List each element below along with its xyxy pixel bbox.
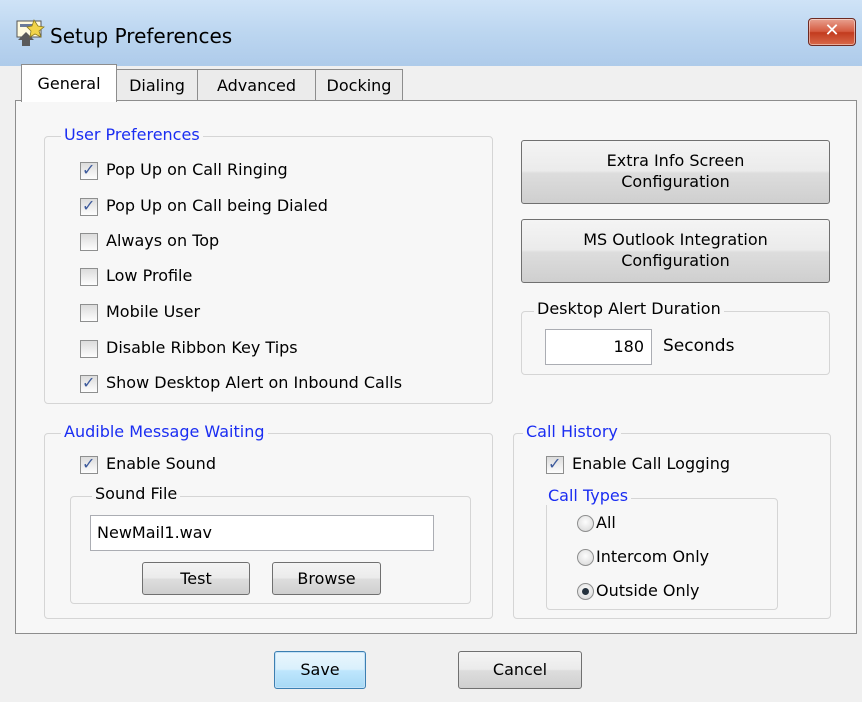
enable-sound-label: Enable Sound	[106, 454, 216, 473]
low-profile-label: Low Profile	[106, 266, 193, 285]
extra-info-screen-config-button[interactable]: Extra Info Screen Configuration	[521, 140, 830, 204]
window-title: Setup Preferences	[50, 24, 233, 48]
tab-dialing[interactable]: Dialing	[116, 69, 198, 100]
seconds-label: Seconds	[663, 336, 735, 356]
user-preferences-legend: User Preferences	[61, 125, 203, 144]
desktop-alert-duration-group: Desktop Alert Duration 180 Seconds	[521, 299, 830, 375]
alert-duration-value: 180	[613, 337, 644, 356]
show-desktop-alert-label: Show Desktop Alert on Inbound Calls	[106, 373, 403, 392]
sound-file-input[interactable]: NewMail1.wav	[90, 515, 434, 551]
alert-duration-input[interactable]: 180	[545, 329, 652, 365]
call-type-intercom-label: Intercom Only	[596, 547, 710, 566]
extra-info-line1: Extra Info Screen	[606, 151, 745, 170]
audible-message-waiting-group: Audible Message Waiting ✓ Enable Sound S…	[44, 422, 493, 619]
audible-message-waiting-legend: Audible Message Waiting	[61, 422, 268, 441]
checkmark-icon: ✓	[82, 454, 96, 473]
tab-dialing-label: Dialing	[129, 76, 185, 95]
pop-up-ringing-label: Pop Up on Call Ringing	[106, 160, 288, 179]
outlook-line2: Configuration	[621, 251, 730, 270]
checkmark-icon: ✓	[82, 160, 96, 179]
ms-outlook-integration-config-button[interactable]: MS Outlook Integration Configuration	[521, 219, 830, 283]
save-button[interactable]: Save	[274, 651, 366, 689]
checkmark-icon: ✓	[82, 373, 96, 392]
call-types-legend: Call Types	[545, 486, 632, 505]
sound-file-value: NewMail1.wav	[97, 523, 213, 542]
always-on-top-label: Always on Top	[106, 231, 220, 250]
user-preferences-group: User Preferences ✓ Pop Up on Call Ringin…	[44, 125, 493, 404]
tab-general[interactable]: General	[21, 64, 117, 102]
disable-ribbon-key-tips-label: Disable Ribbon Key Tips	[106, 338, 298, 357]
call-types-group: Call Types All Intercom Only Outside Onl…	[545, 486, 778, 610]
setup-preferences-icon	[16, 19, 45, 46]
close-button[interactable]: ✕	[808, 18, 856, 46]
outlook-line1: MS Outlook Integration	[583, 230, 768, 249]
sound-file-legend: Sound File	[92, 484, 181, 503]
call-type-all-label: All	[596, 513, 616, 532]
title-bar[interactable]: Setup Preferences ✕	[0, 0, 862, 66]
close-icon: ✕	[824, 20, 840, 41]
sound-file-group: Sound File NewMail1.wav Test Browse	[70, 484, 471, 604]
tab-docking-label: Docking	[326, 76, 392, 95]
call-history-group: Call History ✓ Enable Call Logging Call …	[513, 422, 831, 619]
test-button[interactable]: Test	[142, 562, 250, 595]
checkmark-icon: ✓	[82, 196, 96, 215]
enable-call-logging-label: Enable Call Logging	[572, 454, 731, 473]
tab-advanced-label: Advanced	[216, 76, 297, 95]
desktop-alert-duration-legend: Desktop Alert Duration	[534, 299, 724, 318]
tab-docking[interactable]: Docking	[315, 69, 403, 100]
cancel-button[interactable]: Cancel	[458, 651, 582, 689]
mobile-user-label: Mobile User	[106, 302, 201, 321]
extra-info-line2: Configuration	[621, 172, 730, 191]
general-tab-panel: User Preferences ✓ Pop Up on Call Ringin…	[15, 100, 857, 634]
call-history-legend: Call History	[523, 422, 621, 441]
tab-advanced[interactable]: Advanced	[197, 69, 316, 100]
browse-button[interactable]: Browse	[272, 562, 381, 595]
pop-up-dialed-label: Pop Up on Call being Dialed	[106, 196, 328, 215]
setup-preferences-window: Setup Preferences ✕ General Dialing Adva…	[0, 0, 862, 702]
tab-general-label: General	[37, 74, 101, 93]
call-type-outside-label: Outside Only	[596, 581, 700, 600]
checkmark-icon: ✓	[548, 454, 562, 473]
